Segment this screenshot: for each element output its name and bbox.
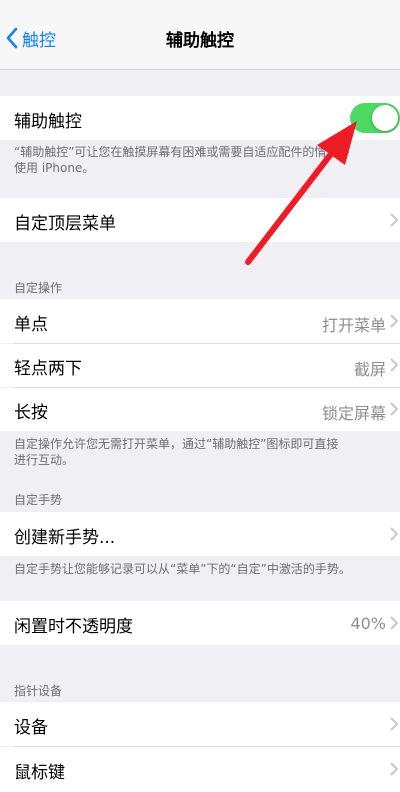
chevron-right-icon <box>390 616 398 630</box>
idle-opacity-value: 40% <box>350 614 386 633</box>
divider <box>0 69 400 70</box>
create-gesture-cell[interactable]: 创建新手势... <box>0 512 400 556</box>
page-title: 辅助触控 <box>166 31 234 51</box>
pointer-device-cell[interactable]: 设备 <box>0 702 400 746</box>
action-label: 长按 <box>14 403 48 423</box>
action-value: 打开菜单 <box>321 316 386 335</box>
chevron-right-icon <box>390 358 398 372</box>
assistive-touch-label: 辅助触控 <box>14 112 82 132</box>
idle-opacity-cell[interactable]: 闲置时不透明度 40% <box>0 601 400 645</box>
customize-menu-cell[interactable]: 自定顶层菜单 <box>0 198 400 242</box>
chevron-right-icon <box>390 527 398 541</box>
customize-menu-label: 自定顶层菜单 <box>14 214 116 234</box>
chevron-right-icon <box>390 213 398 227</box>
chevron-right-icon <box>390 314 398 328</box>
pointer-device-label: 设备 <box>14 718 48 738</box>
description-line: “辅助触控”可让您在触摸屏幕有困难或需要自适应配件的情况下 <box>14 145 351 159</box>
toggle-knob <box>372 105 398 131</box>
section-header-custom-actions: 自定操作 <box>14 281 63 295</box>
action-label: 单点 <box>14 315 48 335</box>
mouse-keys-cell[interactable]: 鼠标键 <box>0 747 400 792</box>
footnote-line: 进行互动。 <box>14 453 75 467</box>
section-header-pointer-devices: 指针设备 <box>14 684 63 698</box>
chevron-right-icon <box>390 717 398 731</box>
custom-gestures-footnote: 自定手势让您能够记录可以从“菜单”下的“自定”中激活的手势。 <box>14 562 351 576</box>
action-long-press[interactable]: 长按 锁定屏幕 <box>0 388 400 431</box>
action-value: 截屏 <box>353 360 386 379</box>
idle-opacity-label: 闲置时不透明度 <box>14 617 133 637</box>
chevron-right-icon <box>390 402 398 416</box>
navigation-bar: 触控 辅助触控 <box>0 0 400 70</box>
custom-actions-footnote: 自定操作允许您无需打开菜单，通过“辅助触控”图标即可直接 进行互动。 <box>14 436 386 468</box>
assistive-touch-cell: 辅助触控 <box>0 96 400 140</box>
action-label: 轻点两下 <box>14 359 82 379</box>
action-single-tap[interactable]: 单点 打开菜单 <box>0 299 400 343</box>
chevron-right-icon <box>390 762 398 776</box>
footnote-line: 自定操作允许您无需打开菜单，通过“辅助触控”图标即可直接 <box>14 437 339 451</box>
assistive-touch-description: “辅助触控”可让您在触摸屏幕有困难或需要自适应配件的情况下 使用 iPhone。 <box>14 144 386 176</box>
assistive-touch-toggle[interactable] <box>350 103 400 133</box>
create-gesture-label: 创建新手势... <box>14 528 116 548</box>
description-line: 使用 iPhone。 <box>14 161 95 175</box>
section-header-custom-gestures: 自定手势 <box>14 493 63 507</box>
mouse-keys-label: 鼠标键 <box>14 763 65 783</box>
action-value: 锁定屏幕 <box>321 404 386 423</box>
action-double-tap[interactable]: 轻点两下 截屏 <box>0 344 400 387</box>
